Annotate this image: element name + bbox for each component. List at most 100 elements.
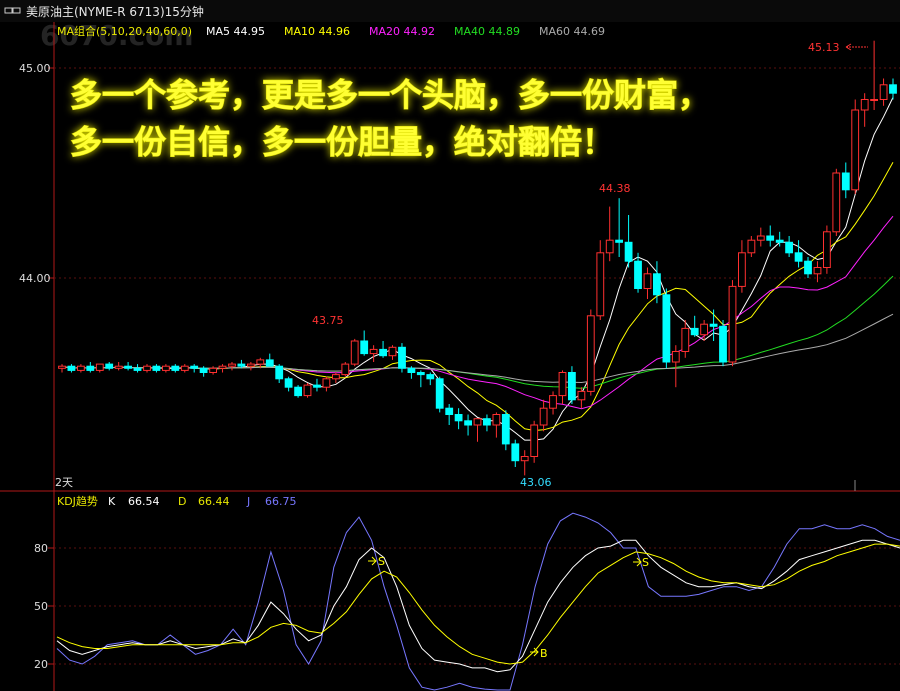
price-tick-44: 44.00 <box>19 272 51 285</box>
candle-body <box>832 172 841 233</box>
candle <box>162 364 170 373</box>
candle-body <box>728 285 737 363</box>
candle-body <box>709 323 718 327</box>
candle <box>596 240 605 320</box>
candle-body <box>124 365 132 369</box>
candle-body <box>171 365 180 371</box>
candle-body <box>58 365 66 369</box>
candle-body <box>747 239 756 254</box>
candle-body <box>256 359 265 365</box>
signal-sell-1-label: S <box>378 555 385 568</box>
ma40-label: MA40 44.89 <box>454 25 520 38</box>
candle-body <box>426 374 435 380</box>
candle-body <box>860 99 869 111</box>
candle <box>294 385 303 398</box>
candle-body <box>596 252 605 317</box>
candle <box>445 404 454 425</box>
candle-body <box>247 363 255 367</box>
candle-body <box>813 267 822 275</box>
candle <box>738 240 746 293</box>
candle-body <box>228 363 236 367</box>
candle-body <box>634 260 642 290</box>
candle <box>77 364 85 373</box>
candle-body <box>841 172 850 191</box>
candle <box>407 366 416 379</box>
candle-body <box>199 367 208 373</box>
candle-body <box>275 365 284 380</box>
candle-body <box>303 384 312 397</box>
candle <box>171 364 180 373</box>
candle-body <box>190 365 199 369</box>
ma40-line <box>61 275 894 389</box>
candle-body <box>445 407 454 416</box>
candle-body <box>851 109 860 191</box>
candle <box>180 364 189 373</box>
kdj-d-value: 66.44 <box>198 495 230 508</box>
candle-body <box>889 84 897 94</box>
kdj-lines <box>56 512 900 691</box>
candle <box>860 93 869 127</box>
candle-body <box>643 273 652 289</box>
candle <box>823 225 831 274</box>
candle-body <box>520 456 529 462</box>
candle <box>653 261 661 304</box>
kdj-tick-20: 20 <box>34 658 48 671</box>
candle <box>369 345 378 362</box>
candle-body <box>823 231 831 269</box>
ma10-line <box>61 162 894 432</box>
candle <box>690 315 699 337</box>
candle-body <box>162 365 170 371</box>
candle-body <box>398 346 406 369</box>
candle-body <box>180 365 189 371</box>
candle <box>218 364 227 373</box>
candle <box>785 236 794 257</box>
candle <box>549 391 557 415</box>
candle-body <box>473 418 482 426</box>
candle-body <box>700 323 709 336</box>
candle <box>511 439 520 467</box>
signal-buy-1: B <box>530 647 548 660</box>
kdj-d-line <box>56 543 900 665</box>
candle-body <box>662 294 671 363</box>
candle <box>671 345 680 388</box>
ma5-label: MA5 44.95 <box>206 25 265 38</box>
candle-body <box>265 359 274 367</box>
candle <box>615 198 624 257</box>
candle-body <box>332 374 340 380</box>
signal-sell-2-label: S <box>642 556 649 569</box>
chart-canvas: 美原油主(NYME-R 6713)15分钟 6070.com MA组合(5,10… <box>0 0 900 691</box>
candle-body <box>435 378 444 409</box>
candle-body <box>379 348 388 357</box>
candle <box>416 370 425 388</box>
candle <box>624 215 633 268</box>
candle <box>492 412 501 438</box>
candle-body <box>86 365 95 371</box>
ma20-label: MA20 44.92 <box>369 25 435 38</box>
candle-body <box>719 325 727 363</box>
candle-body <box>114 365 123 369</box>
kdj-j-line <box>56 512 900 691</box>
signal-buy-1-label: B <box>540 647 548 660</box>
candle-body <box>549 395 557 409</box>
candle <box>388 345 397 360</box>
candle-body <box>294 386 303 397</box>
candle <box>728 280 737 367</box>
high-price-label: 45.13 <box>808 41 840 54</box>
candle <box>124 362 132 371</box>
candle <box>501 410 510 451</box>
candle-body <box>615 239 624 243</box>
peak-label-1: 43.75 <box>312 314 344 327</box>
candle-body <box>624 241 633 262</box>
candle <box>58 364 66 373</box>
candle-body <box>237 363 246 367</box>
candle <box>143 364 151 373</box>
candle <box>341 362 350 377</box>
candle-body <box>738 252 746 287</box>
candle-body <box>586 315 595 392</box>
candle <box>265 353 274 367</box>
kdj-title: KDJ趋势 <box>57 495 98 508</box>
banner-line-2: 多一份自信，多一份胆量，绝对翻倍！ <box>70 123 614 161</box>
peak-label-2: 44.38 <box>599 182 631 195</box>
candle <box>133 364 142 373</box>
price-tick-45: 45.00 <box>19 62 51 75</box>
